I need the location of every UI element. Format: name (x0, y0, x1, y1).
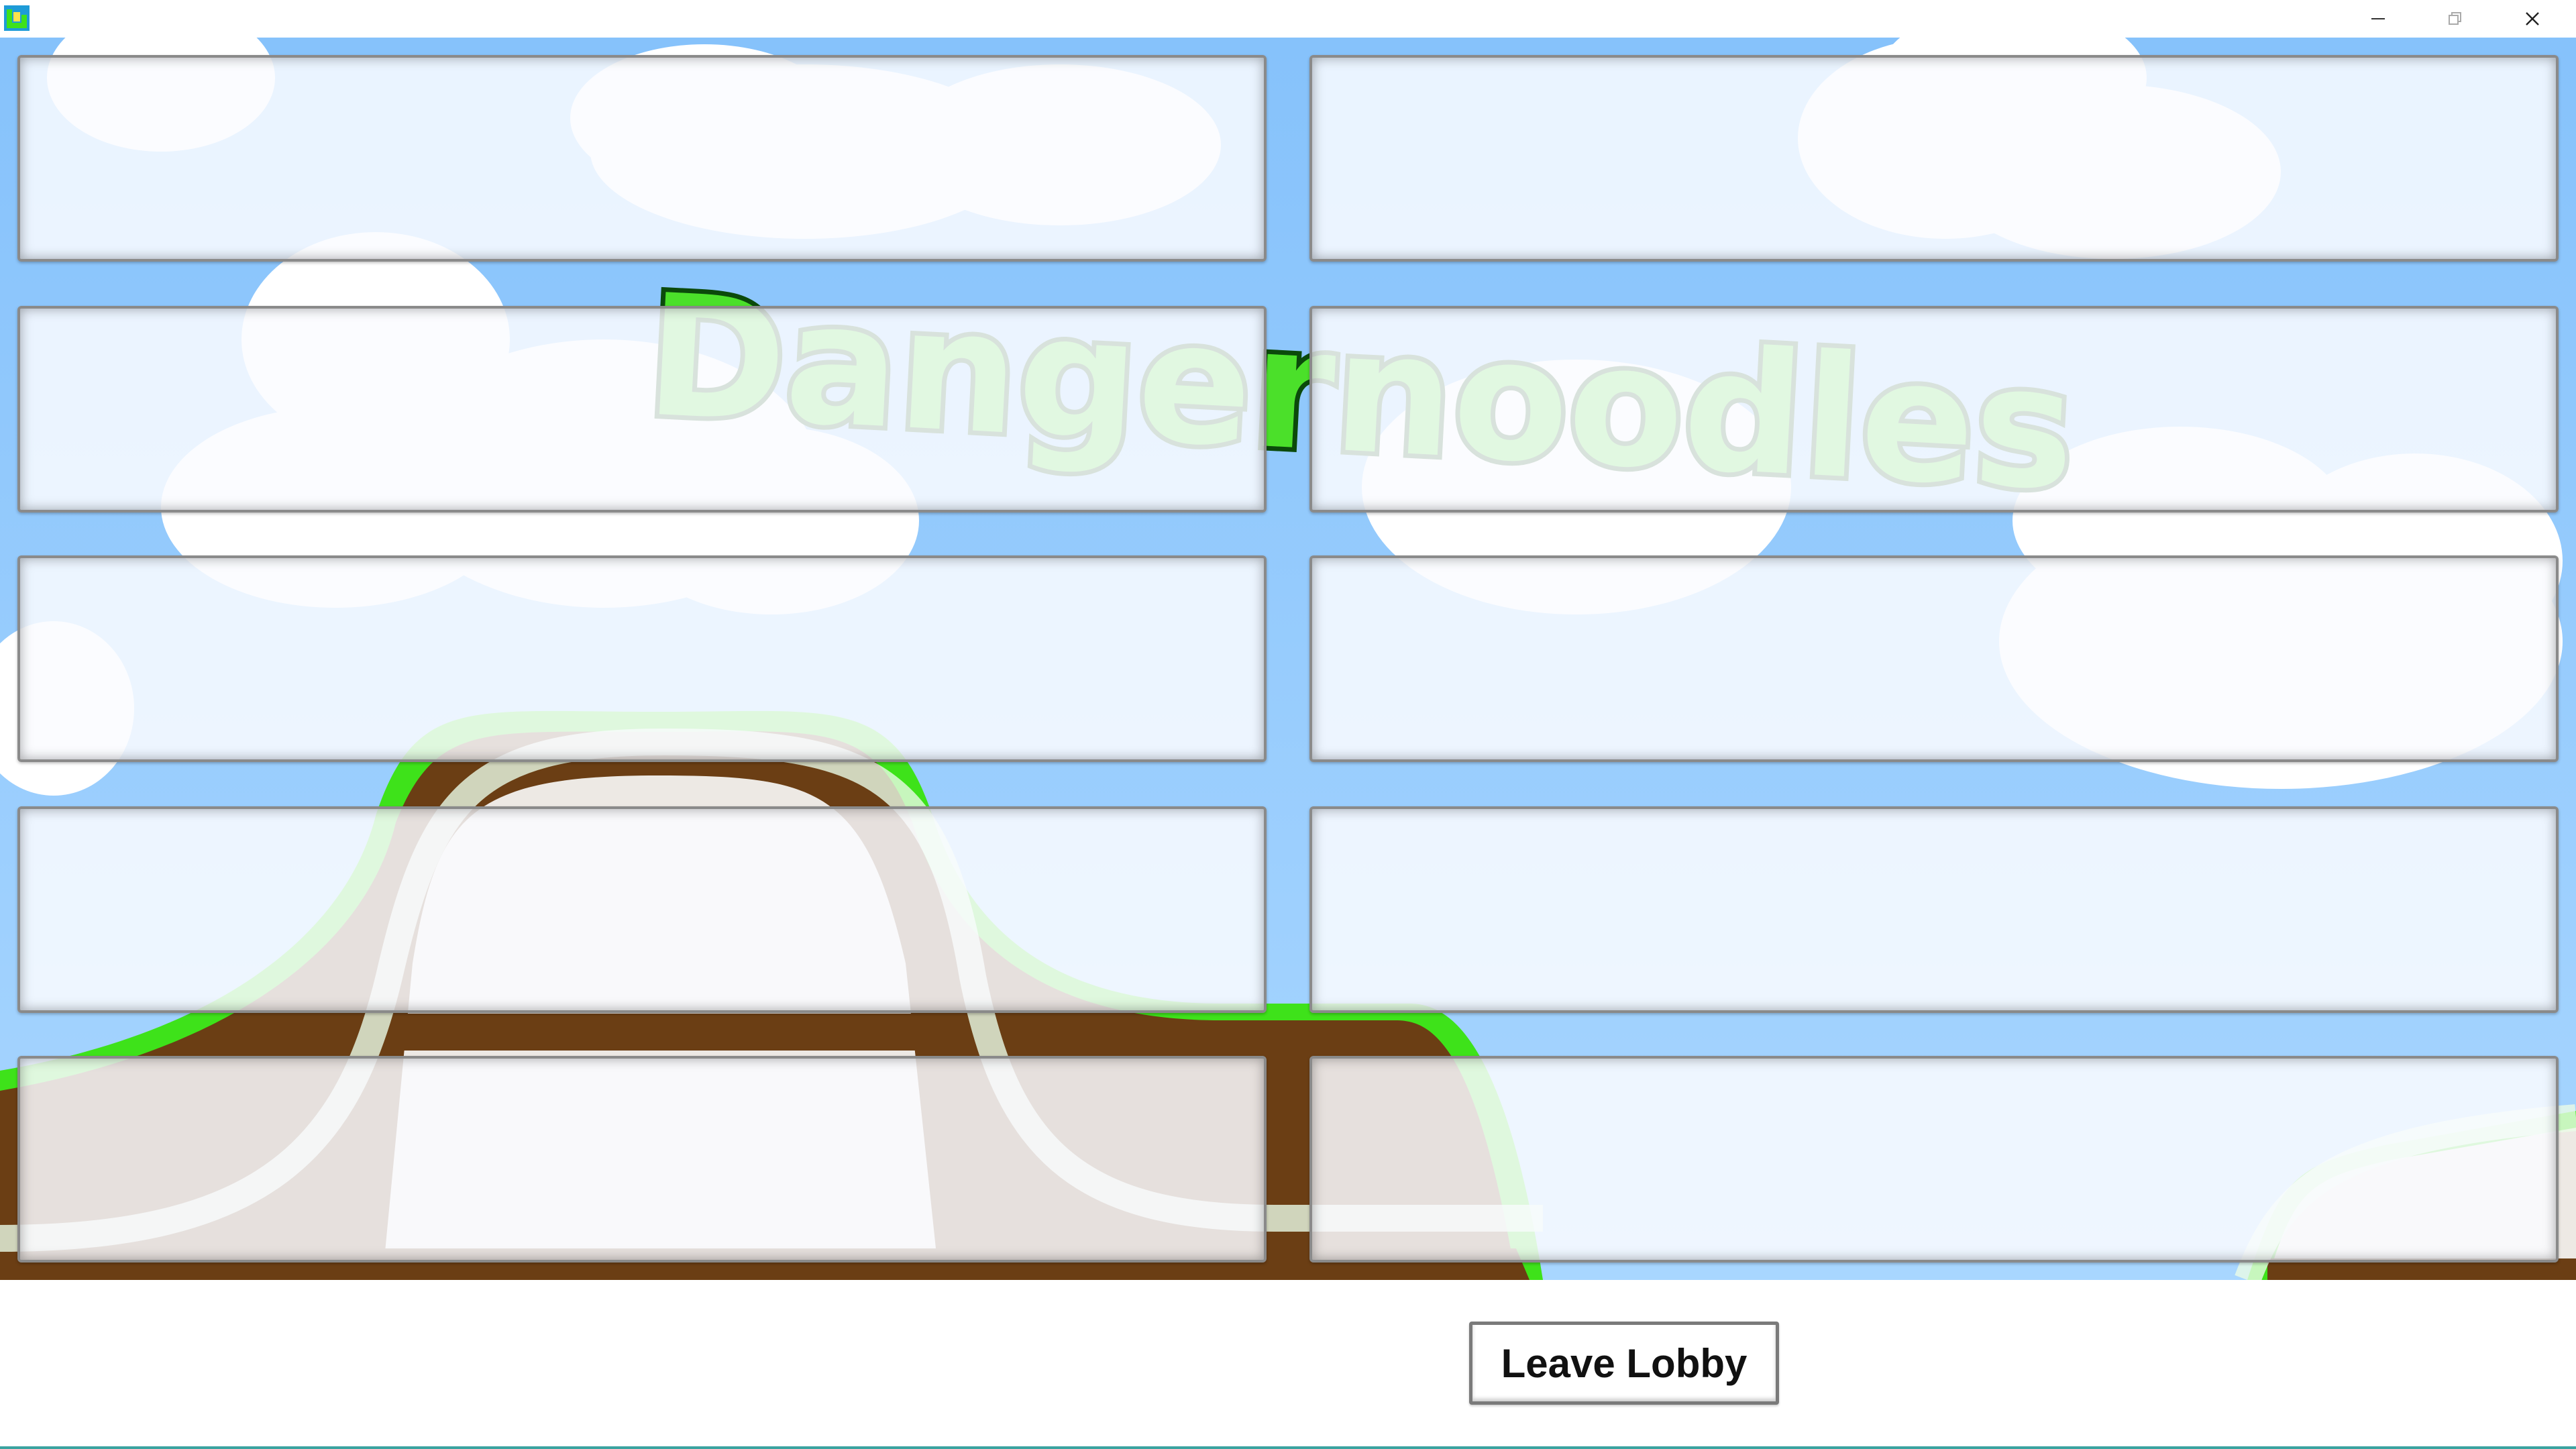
bottom-accent-line (0, 1446, 2576, 1449)
player-slot[interactable] (17, 306, 1267, 513)
player-slot[interactable] (1309, 55, 2559, 262)
player-slot[interactable] (1309, 1056, 2559, 1263)
player-slot[interactable] (17, 1056, 1267, 1263)
minimize-icon (2371, 18, 2385, 19)
close-button[interactable] (2496, 0, 2569, 38)
minimize-button[interactable] (2341, 0, 2415, 38)
close-icon (2526, 12, 2539, 25)
player-slot[interactable] (17, 806, 1267, 1013)
restore-icon (2449, 12, 2461, 25)
player-slot[interactable] (17, 555, 1267, 762)
player-slot[interactable] (1309, 555, 2559, 762)
player-slot[interactable] (1309, 306, 2559, 513)
leave-lobby-button[interactable]: Leave Lobby (1469, 1322, 1779, 1405)
player-slot[interactable] (1309, 806, 2559, 1013)
window-title-bar (0, 0, 2576, 38)
restore-button[interactable] (2418, 0, 2492, 38)
game-logo-icon (4, 5, 30, 31)
player-slot[interactable] (17, 55, 1267, 262)
game-background: Dangernoodles (0, 38, 2576, 1280)
bottom-panel (0, 1280, 2576, 1449)
